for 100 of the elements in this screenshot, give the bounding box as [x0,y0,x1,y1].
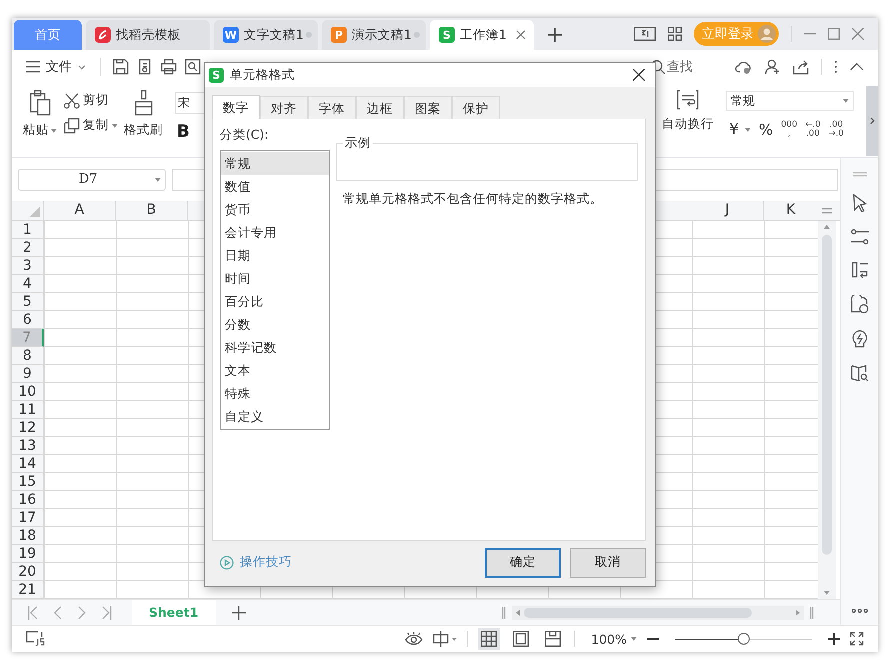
row-header[interactable]: 10 [12,383,44,401]
split-handle-icon[interactable] [810,606,814,618]
normal-view-button[interactable] [478,628,500,650]
category-item[interactable]: 时间 [221,267,329,290]
dialog-tab[interactable]: 保护 [452,96,500,119]
maximize-icon[interactable] [828,28,840,40]
save-icon[interactable] [113,59,129,75]
row-header[interactable]: 14 [12,455,44,473]
split-icon[interactable] [822,208,832,214]
dialog-tab[interactable]: 对齐 [260,96,308,119]
horizontal-scrollbar[interactable] [512,606,804,620]
tab-label: 文字文稿1 [244,26,304,44]
row-header[interactable]: 3 [12,257,44,275]
zoom-dropdown[interactable]: 100% [591,632,637,646]
row-header[interactable]: 18 [12,527,44,545]
number-format-dropdown[interactable]: 常规 [726,91,854,111]
cut-button[interactable]: 剪切 [64,92,118,109]
export-icon[interactable] [137,59,153,75]
paste-button[interactable]: 粘贴 [22,84,58,139]
increase-decimal-button[interactable]: ←.0 .00 [806,120,821,138]
document-tab[interactable]: P 演示文稿1 [322,20,426,50]
eye-icon[interactable] [405,632,424,646]
collapse-icon[interactable] [850,63,864,71]
column-header[interactable]: B [116,201,188,220]
split-handle-icon[interactable] [502,606,506,618]
row-header[interactable]: 11 [12,401,44,419]
document-tab[interactable]: W 文字文稿1 [214,20,318,50]
cancel-button[interactable]: 取消 [570,548,646,578]
category-list[interactable]: 常规 数值 货币 会计专用 日期 时间 百分比 分数 科学记数 文本 特殊 自定义 [220,150,330,430]
row-header[interactable]: 13 [12,437,44,455]
new-tab-icon[interactable] [548,28,562,42]
row-header[interactable]: 20 [12,563,44,581]
column-header[interactable]: K [764,201,818,220]
row-header[interactable]: 15 [12,473,44,491]
dialog-tab[interactable]: 数字 [212,95,260,119]
add-user-icon[interactable] [765,59,781,75]
print-preview-icon[interactable] [185,59,201,75]
category-item[interactable]: 科学记数 [221,336,329,359]
column-header[interactable]: J [692,201,764,220]
row-header[interactable]: 17 [12,509,44,527]
bold-button[interactable]: B [175,122,219,142]
row-header[interactable]: 2 [12,239,44,257]
category-item[interactable]: 常规 [221,152,329,175]
row-header[interactable]: 5 [12,293,44,311]
add-sheet-icon[interactable] [232,606,246,620]
dialog-tab[interactable]: 边框 [356,96,404,119]
column-header[interactable]: A [44,201,116,220]
category-item[interactable]: 文本 [221,359,329,382]
close-icon[interactable] [633,69,645,81]
more-icon[interactable] [834,60,838,74]
row-header[interactable]: 8 [12,347,44,365]
copy-button[interactable]: 复制 [64,117,118,134]
sliders-icon[interactable] [850,229,868,245]
ok-button[interactable]: 确定 [485,548,561,578]
category-item[interactable]: 数值 [221,175,329,198]
share-icon[interactable] [793,59,809,75]
scroll-thumb[interactable] [524,608,752,618]
category-item[interactable]: 特殊 [221,382,329,405]
row-header[interactable]: 19 [12,545,44,563]
row-header[interactable]: 4 [12,275,44,293]
fullscreen-icon[interactable] [850,632,864,646]
wrap-text-button[interactable]: 自动换行 [662,84,714,133]
thousands-button[interactable]: 000 , [781,120,798,138]
decrease-decimal-button[interactable]: .00 →.0 [828,120,844,138]
category-item[interactable]: 货币 [221,198,329,221]
format-painter-button[interactable]: 格式刷 [124,84,163,139]
grid-apps-icon[interactable] [668,27,682,41]
dialog-tab[interactable]: 图案 [404,96,452,119]
currency-button[interactable]: ￥ [726,119,751,140]
row-header[interactable]: 12 [12,419,44,437]
scroll-thumb[interactable] [822,235,832,555]
category-item[interactable]: 会计专用 [221,221,329,244]
vertical-scrollbar[interactable] [818,221,836,599]
drag-handle-icon[interactable] [852,172,866,177]
dialog-tab[interactable]: 字体 [308,96,356,119]
print-icon[interactable] [161,59,177,75]
category-item[interactable]: 日期 [221,244,329,267]
lightbulb-icon[interactable] [852,330,868,348]
name-box[interactable]: D7 [18,168,166,190]
screen-icon[interactable] [634,27,656,41]
zoom-in-icon[interactable] [828,633,840,645]
file-menu[interactable]: 文件 [24,58,88,76]
category-item[interactable]: 分数 [221,313,329,336]
pointer-icon[interactable] [852,194,866,212]
document-tab[interactable]: S 工作簿1 [430,20,534,50]
macro-icon[interactable] [26,631,46,647]
row-header[interactable]: 9 [12,365,44,383]
row-header[interactable]: 16 [12,491,44,509]
cloud-icon[interactable] [735,59,753,75]
app-logo-icon: S [439,27,455,43]
category-item[interactable]: 百分比 [221,290,329,313]
row-header[interactable]: 1 [12,221,44,239]
image-tool-icon[interactable] [850,295,868,313]
percent-button[interactable]: % [759,120,774,138]
book-search-icon[interactable] [850,365,868,381]
layout-icon[interactable] [852,262,868,278]
more-icon[interactable] [852,609,868,613]
document-tab[interactable]: 找稻壳模板 [86,20,210,50]
crosshair-icon[interactable] [433,631,458,647]
category-item[interactable]: 自定义 [221,405,329,428]
